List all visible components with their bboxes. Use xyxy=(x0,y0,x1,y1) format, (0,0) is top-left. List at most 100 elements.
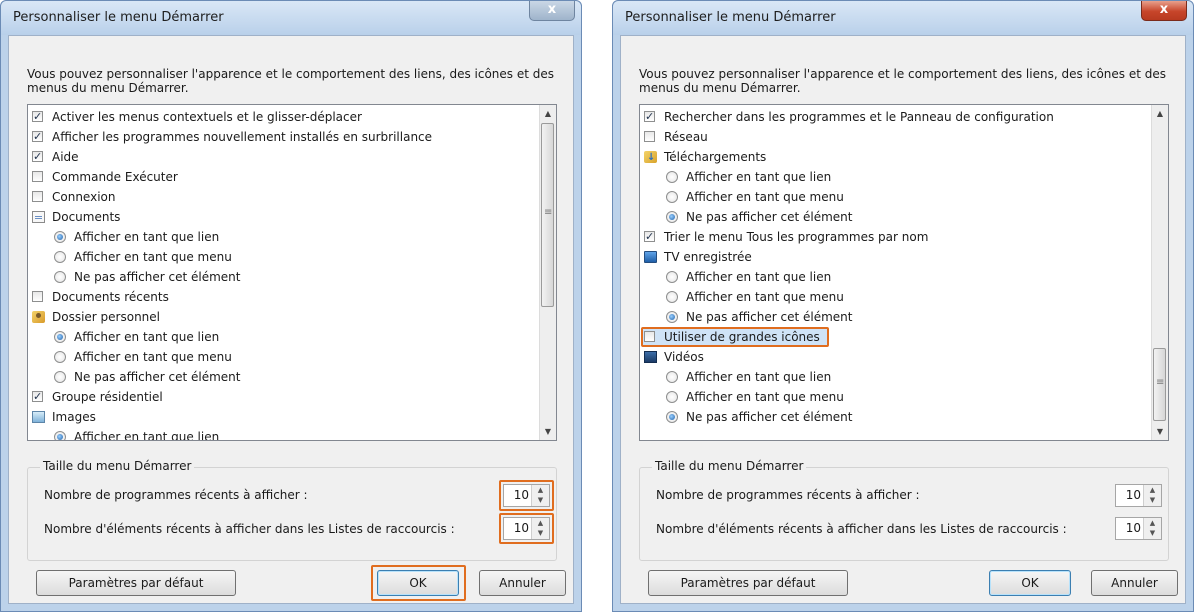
option-label: Images xyxy=(52,410,96,424)
options-listbox[interactable]: ▲ ▼ Activer les menus contextuels et le … xyxy=(27,104,557,441)
highlight-ok xyxy=(371,565,466,601)
scroll-up-arrow-icon[interactable]: ▲ xyxy=(1152,105,1168,122)
close-icon: x xyxy=(1159,2,1169,17)
start-menu-size-group xyxy=(639,467,1169,561)
user-folder-icon xyxy=(32,311,45,323)
option-label: Afficher en tant que lien xyxy=(686,270,832,284)
ok-button[interactable]: OK xyxy=(989,570,1071,596)
close-button[interactable]: x xyxy=(529,1,575,21)
option-label: Afficher en tant que lien xyxy=(74,230,220,244)
option-label: Ne pas afficher cet élément xyxy=(686,410,853,424)
spin-up-icon[interactable]: ▲ xyxy=(1144,518,1161,528)
close-button[interactable]: x xyxy=(1141,1,1187,21)
dialog-description: Vous pouvez personnaliser l'apparence et… xyxy=(639,67,1167,95)
defaults-button[interactable]: Paramètres par défaut xyxy=(648,570,848,596)
tv-icon xyxy=(644,251,657,263)
option-label: Afficher en tant que menu xyxy=(74,250,232,264)
customize-start-menu-dialog-right: Personnaliser le menu Démarrer x Vous po… xyxy=(612,0,1194,612)
scroll-thumb[interactable] xyxy=(541,123,554,307)
option-label: Activer les menus contextuels et le glis… xyxy=(52,110,362,124)
option-label: Vidéos xyxy=(664,350,704,364)
option-label: Afficher en tant que menu xyxy=(686,190,844,204)
radio-selected-icon[interactable] xyxy=(666,211,678,223)
group-title: Taille du menu Démarrer xyxy=(652,459,807,473)
start-menu-size-group xyxy=(27,467,557,561)
dialog-title: Personnaliser le menu Démarrer xyxy=(13,10,224,25)
jumplist-label: Nombre d'éléments récents à afficher dan… xyxy=(44,522,455,536)
jumplist-value: 10 xyxy=(1125,521,1141,535)
radio-selected-icon[interactable] xyxy=(54,231,66,243)
recent-programs-spinner[interactable]: 10 ▲ ▼ xyxy=(1115,484,1162,507)
radio-unselected-icon[interactable] xyxy=(666,291,678,303)
option-label: Ne pas afficher cet élément xyxy=(686,310,853,324)
radio-unselected-icon[interactable] xyxy=(54,371,66,383)
scroll-up-arrow-icon[interactable]: ▲ xyxy=(540,105,556,122)
highlight-recent-programs xyxy=(499,480,554,511)
checkbox-unchecked-icon[interactable] xyxy=(32,291,43,302)
option-label: Aide xyxy=(52,150,79,164)
option-label: TV enregistrée xyxy=(664,250,752,264)
jumplist-spinner[interactable]: 10 ▲ ▼ xyxy=(1115,517,1162,540)
checkbox-unchecked-icon[interactable] xyxy=(32,191,43,202)
jumplist-label: Nombre d'éléments récents à afficher dan… xyxy=(656,522,1067,536)
checkbox-checked-icon[interactable] xyxy=(32,127,43,147)
radio-unselected-icon[interactable] xyxy=(666,191,678,203)
cancel-button[interactable]: Annuler xyxy=(479,570,566,596)
option-label: Afficher en tant que menu xyxy=(686,390,844,404)
radio-selected-icon[interactable] xyxy=(54,431,66,440)
radio-selected-icon[interactable] xyxy=(666,311,678,323)
recent-programs-value: 10 xyxy=(1125,488,1141,502)
option-label: Dossier personnel xyxy=(52,310,161,324)
downloads-icon xyxy=(644,148,657,168)
videos-icon xyxy=(644,351,657,363)
scroll-thumb[interactable] xyxy=(1153,348,1166,421)
document-icon xyxy=(32,211,45,223)
option-label: Utiliser de grandes icônes xyxy=(664,330,820,344)
option-label: Ne pas afficher cet élément xyxy=(74,370,241,384)
option-label: Afficher en tant que menu xyxy=(686,290,844,304)
option-label: Afficher en tant que lien xyxy=(74,430,220,441)
checkbox-unchecked-icon[interactable] xyxy=(644,331,655,342)
option-label: Ne pas afficher cet élément xyxy=(686,210,853,224)
checkbox-checked-icon[interactable] xyxy=(32,147,43,167)
spin-down-icon[interactable]: ▼ xyxy=(1144,495,1161,505)
checkbox-checked-icon[interactable] xyxy=(644,107,655,127)
option-label: Réseau xyxy=(664,130,708,144)
option-label: Groupe résidentiel xyxy=(52,390,163,404)
cancel-button[interactable]: Annuler xyxy=(1091,570,1178,596)
option-label: Ne pas afficher cet élément xyxy=(74,270,241,284)
checkbox-unchecked-icon[interactable] xyxy=(32,171,43,182)
checkbox-checked-icon[interactable] xyxy=(32,387,43,407)
recent-programs-label: Nombre de programmes récents à afficher … xyxy=(656,488,920,502)
checkbox-checked-icon[interactable] xyxy=(644,227,655,247)
options-listbox[interactable]: ▲ ▼ Rechercher dans les programmes et le… xyxy=(639,104,1169,441)
radio-unselected-icon[interactable] xyxy=(54,251,66,263)
option-label: Afficher les programmes nouvellement ins… xyxy=(52,130,433,144)
checkbox-unchecked-icon[interactable] xyxy=(644,131,655,142)
option-label: Afficher en tant que menu xyxy=(74,350,232,364)
radio-unselected-icon[interactable] xyxy=(666,371,678,383)
radio-unselected-icon[interactable] xyxy=(666,271,678,283)
radio-unselected-icon[interactable] xyxy=(54,351,66,363)
option-label: Rechercher dans les programmes et le Pan… xyxy=(664,110,1054,124)
option-label: Documents récents xyxy=(52,290,169,304)
radio-selected-icon[interactable] xyxy=(54,331,66,343)
spin-up-icon[interactable]: ▲ xyxy=(1144,485,1161,495)
title-bar[interactable]: Personnaliser le menu Démarrer x xyxy=(1,1,581,35)
dialog-title: Personnaliser le menu Démarrer xyxy=(625,10,836,25)
checkbox-checked-icon[interactable] xyxy=(32,107,43,127)
dialog-description: Vous pouvez personnaliser l'apparence et… xyxy=(27,67,555,95)
scroll-down-arrow-icon[interactable]: ▼ xyxy=(1152,423,1168,440)
pictures-icon xyxy=(32,411,45,423)
title-bar[interactable]: Personnaliser le menu Démarrer x xyxy=(613,1,1193,35)
radio-unselected-icon[interactable] xyxy=(666,171,678,183)
radio-selected-icon[interactable] xyxy=(666,411,678,423)
radio-unselected-icon[interactable] xyxy=(54,271,66,283)
spin-down-icon[interactable]: ▼ xyxy=(1144,528,1161,538)
listbox-scrollbar[interactable]: ▲ ▼ xyxy=(1151,105,1168,440)
defaults-button[interactable]: Paramètres par défaut xyxy=(36,570,236,596)
listbox-scrollbar[interactable]: ▲ ▼ xyxy=(539,105,556,440)
option-label: Afficher en tant que lien xyxy=(74,330,220,344)
scroll-down-arrow-icon[interactable]: ▼ xyxy=(540,423,556,440)
radio-unselected-icon[interactable] xyxy=(666,391,678,403)
